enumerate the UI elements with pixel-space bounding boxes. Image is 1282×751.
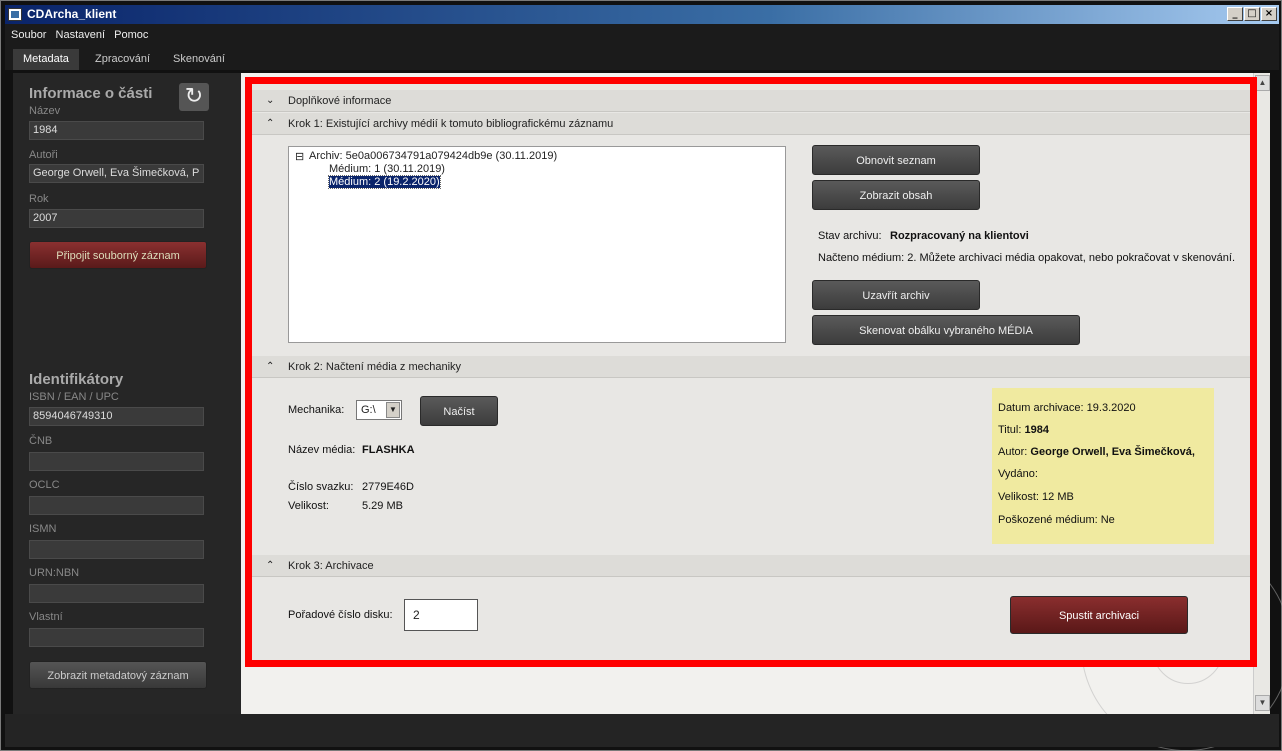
- isbn-field[interactable]: 8594046749310: [29, 407, 204, 426]
- tab-skenovani[interactable]: Skenování: [163, 49, 235, 70]
- tree-medium-node-selected[interactable]: Médium: 2 (19.2.2020): [328, 175, 441, 189]
- section-step2[interactable]: ⌃ Krok 2: Načtení média z mechaniky: [252, 356, 1250, 378]
- tab-zpracovani[interactable]: Zpracování: [85, 49, 160, 70]
- chevron-up-icon: ⌃: [266, 361, 275, 372]
- ismn-label: ISMN: [29, 523, 57, 535]
- scan-cover-button[interactable]: Skenovat obálku vybraného MÉDIA: [812, 315, 1080, 345]
- chevron-up-icon: ⌃: [266, 560, 275, 571]
- info-issued-label: Vydáno:: [998, 468, 1038, 480]
- attach-record-button[interactable]: Připojit souborný záznam: [29, 241, 207, 269]
- size-value: 5.29 MB: [362, 500, 403, 512]
- chevron-up-icon: ⌃: [266, 118, 275, 129]
- section-extra-info[interactable]: ⌄ Doplňkové informace: [252, 90, 1250, 112]
- identifiers-title: Identifikátory: [29, 371, 124, 388]
- drive-select-value: G:\: [361, 404, 376, 416]
- section-step3-label: Krok 3: Archivace: [288, 560, 374, 572]
- info-size-value: 12 MB: [1042, 491, 1074, 503]
- cnb-label: ČNB: [29, 435, 53, 447]
- info-damaged-value: Ne: [1100, 514, 1115, 526]
- authors-field[interactable]: George Orwell, Eva Šimečková, P: [29, 164, 204, 183]
- sidebar: Informace o části ↻ Název 1984 Autoři Ge…: [13, 73, 241, 714]
- info-author-label: Autor:: [998, 446, 1028, 458]
- status-bar: [5, 714, 1279, 747]
- info-damaged: Poškozené médium: Ne: [998, 514, 1115, 526]
- volume-label: Číslo svazku:: [288, 481, 354, 493]
- urn-label: URN:NBN: [29, 567, 80, 579]
- info-title: Titul: 1984: [998, 424, 1049, 436]
- application-window: CDArcha_klient _ □ × Soubor Nastavení Po…: [0, 0, 1282, 751]
- info-title-label: Titul:: [998, 424, 1022, 436]
- drive-label: Mechanika:: [288, 404, 345, 416]
- scroll-up-icon[interactable]: ▲: [1255, 75, 1270, 91]
- year-field[interactable]: 2007: [29, 209, 204, 228]
- name-label: Název: [29, 105, 61, 117]
- disk-number-label: Pořadové číslo disku:: [288, 609, 393, 621]
- part-info-title: Informace o části: [29, 85, 153, 102]
- refresh-list-button[interactable]: Obnovit seznam: [812, 145, 980, 175]
- info-damaged-label: Poškozené médium:: [998, 514, 1098, 526]
- tab-metadata[interactable]: Metadata: [13, 49, 79, 70]
- show-content-button[interactable]: Zobrazit obsah: [812, 180, 980, 210]
- chevron-down-icon: ⌄: [266, 95, 275, 106]
- info-title-value: 1984: [1024, 424, 1049, 436]
- tree-archive-node[interactable]: Archiv: 5e0a006734791a079424db9e (30.11.…: [309, 150, 557, 162]
- info-date-label: Datum archivace:: [998, 402, 1084, 414]
- archive-info-box: Datum archivace: 19.3.2020 Titul: 1984 A…: [992, 388, 1214, 544]
- info-size-label: Velikost:: [998, 491, 1039, 503]
- archive-state-label: Stav archivu:: [818, 230, 882, 242]
- menu-soubor[interactable]: Soubor: [11, 29, 46, 41]
- archive-tree[interactable]: ⊟ Archiv: 5e0a006734791a079424db9e (30.1…: [288, 146, 786, 343]
- info-size: Velikost: 12 MB: [998, 491, 1074, 503]
- minimize-button[interactable]: _: [1227, 7, 1243, 21]
- menu-nastaveni[interactable]: Nastavení: [56, 29, 106, 41]
- volume-value: 2779E46D: [362, 481, 414, 493]
- tab-bar: Metadata Zpracování Skenování: [5, 46, 1279, 70]
- info-author-value: George Orwell, Eva Šimečková,: [1030, 446, 1195, 458]
- chevron-down-icon[interactable]: ▼: [386, 402, 400, 418]
- section-extra-label: Doplňkové informace: [288, 95, 392, 107]
- media-name-label: Název média:: [288, 444, 356, 456]
- menu-pomoc[interactable]: Pomoc: [114, 29, 148, 41]
- tree-toggle-icon[interactable]: ⊟: [295, 150, 304, 163]
- section-step1-label: Krok 1: Existující archivy médií k tomut…: [288, 118, 614, 130]
- year-label: Rok: [29, 193, 49, 205]
- show-metadata-button[interactable]: Zobrazit metadatový záznam: [29, 661, 207, 689]
- isbn-label: ISBN / EAN / UPC: [29, 391, 119, 403]
- disk-number-input[interactable]: 2: [404, 599, 478, 631]
- cnb-field[interactable]: [29, 452, 204, 471]
- maximize-button[interactable]: □: [1244, 7, 1260, 21]
- size-label: Velikost:: [288, 500, 329, 512]
- drive-select[interactable]: G:\ ▼: [356, 400, 402, 420]
- media-name-value: FLASHKA: [362, 444, 415, 456]
- own-label: Vlastní: [29, 611, 63, 623]
- oclc-label: OCLC: [29, 479, 60, 491]
- load-button[interactable]: Načíst: [420, 396, 498, 426]
- app-icon: [8, 8, 22, 21]
- section-step2-label: Krok 2: Načtení média z mechaniky: [288, 361, 462, 373]
- info-date-value: 19.3.2020: [1086, 402, 1136, 414]
- refresh-icon[interactable]: ↻: [179, 83, 209, 111]
- loaded-medium-text: Načteno médium: 2. Můžete archivaci médi…: [818, 252, 1236, 264]
- info-author: Autor: George Orwell, Eva Šimečková,: [998, 446, 1195, 458]
- oclc-field[interactable]: [29, 496, 204, 515]
- section-step3[interactable]: ⌃ Krok 3: Archivace: [252, 555, 1250, 577]
- close-archive-button[interactable]: Uzavřít archiv: [812, 280, 980, 310]
- tree-medium-node[interactable]: Médium: 1 (30.11.2019): [329, 163, 445, 175]
- highlight-frame: ⌄ Doplňkové informace ⌃ Krok 1: Existují…: [245, 77, 1257, 667]
- window-title: CDArcha_klient: [27, 7, 117, 21]
- info-date: Datum archivace: 19.3.2020: [998, 402, 1136, 414]
- title-bar: CDArcha_klient _ □ ×: [5, 5, 1279, 24]
- ismn-field[interactable]: [29, 540, 204, 559]
- menu-bar: Soubor Nastavení Pomoc: [5, 24, 1279, 46]
- archive-state-value: Rozpracovaný na klientovi: [890, 230, 1029, 242]
- authors-label: Autoři: [29, 149, 58, 161]
- section-step1[interactable]: ⌃ Krok 1: Existující archivy médií k tom…: [252, 113, 1250, 135]
- name-field[interactable]: 1984: [29, 121, 204, 140]
- urn-field[interactable]: [29, 584, 204, 603]
- start-archiving-button[interactable]: Spustit archivaci: [1010, 596, 1188, 634]
- scroll-down-icon[interactable]: ▼: [1255, 695, 1270, 711]
- own-field[interactable]: [29, 628, 204, 647]
- close-button[interactable]: ×: [1261, 7, 1277, 21]
